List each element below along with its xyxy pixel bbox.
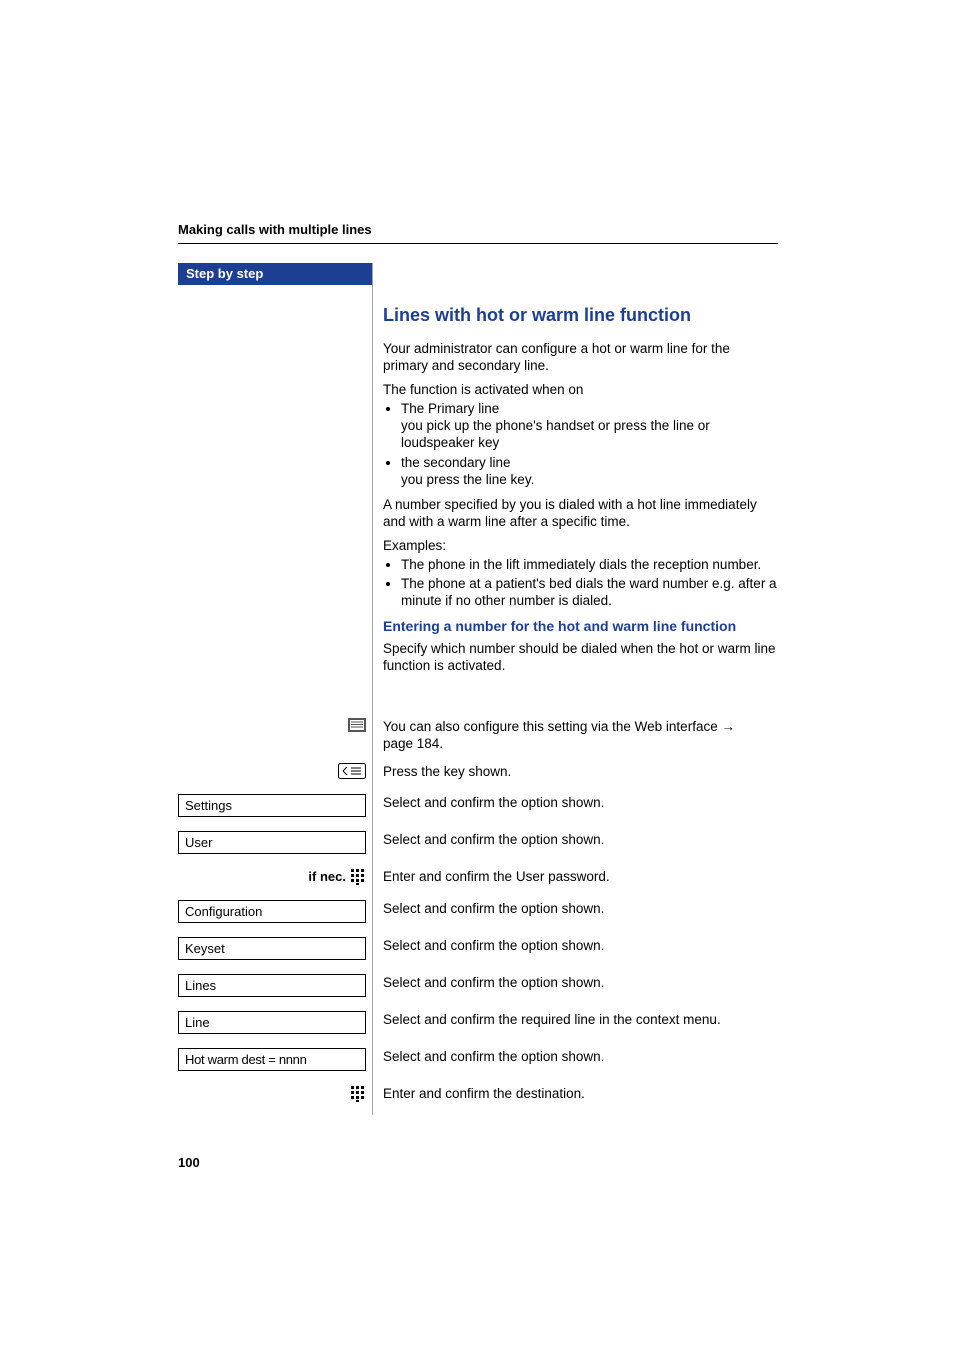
display-option-lines: Lines <box>178 974 366 997</box>
list-item-text: you press the line key. <box>401 472 534 487</box>
display-option-configuration: Configuration <box>178 900 366 923</box>
list-item: The phone in the lift immediately dials … <box>401 556 778 573</box>
step-text: Select and confirm the option shown. <box>372 974 767 991</box>
body-intro: Your administrator can configure a hot o… <box>383 340 778 375</box>
main-content: Lines with hot or warm line function You… <box>383 305 778 680</box>
keypad-icon <box>350 1085 366 1103</box>
examples-list: The phone in the lift immediately dials … <box>383 556 778 610</box>
step-text: Select and confirm the option shown. <box>372 794 767 811</box>
list-item: The phone at a patient's bed dials the w… <box>401 575 778 610</box>
display-option-user: User <box>178 831 366 854</box>
section-title: Lines with hot or warm line function <box>383 305 778 326</box>
examples-lead: Examples: <box>383 537 778 554</box>
step-text: Select and confirm the option shown. <box>372 937 767 954</box>
step-text: Press the key shown. <box>372 763 767 780</box>
display-option-keyset: Keyset <box>178 937 366 960</box>
arrow-icon: → <box>721 719 735 734</box>
steps-area: You can also configure this setting via … <box>178 718 778 1103</box>
display-option-settings: Settings <box>178 794 366 817</box>
body-specify: Specify which number should be dialed wh… <box>383 640 778 675</box>
step-text: Enter and confirm the User password. <box>372 868 767 885</box>
sidebar-band: Step by step <box>178 263 372 285</box>
web-note-pre: You can also configure this setting via … <box>383 719 721 734</box>
list-item-text: The Primary line <box>401 401 499 416</box>
step-text: Select and confirm the option shown. <box>372 900 767 917</box>
activated-list: The Primary line you pick up the phone's… <box>383 400 778 488</box>
list-item: The Primary line you pick up the phone's… <box>401 400 778 452</box>
step-text: Select and confirm the option shown. <box>372 831 767 848</box>
menu-key-icon <box>338 763 366 779</box>
step-text: Select and confirm the required line in … <box>372 1011 767 1028</box>
web-note-post: page 184. <box>383 736 443 751</box>
step-text: Enter and confirm the destination. <box>372 1085 767 1102</box>
display-option-hot-warm-dest: Hot warm dest = nnnn <box>178 1048 366 1071</box>
page-number: 100 <box>178 1155 200 1170</box>
form-icon <box>348 718 366 732</box>
if-nec-label: if nec. <box>308 869 346 884</box>
sub-heading: Entering a number for the hot and warm l… <box>383 618 778 634</box>
step-text: Select and confirm the option shown. <box>372 1048 767 1065</box>
list-item-text: you pick up the phone's handset or press… <box>401 418 710 450</box>
page-header: Making calls with multiple lines <box>178 222 372 237</box>
keypad-icon <box>350 868 366 886</box>
list-item-text: the secondary line <box>401 455 511 470</box>
body-dialed: A number specified by you is dialed with… <box>383 496 778 531</box>
activated-lead: The function is activated when on <box>383 381 778 398</box>
page: Making calls with multiple lines Step by… <box>0 0 954 1351</box>
display-option-line: Line <box>178 1011 366 1034</box>
list-item: the secondary line you press the line ke… <box>401 454 778 489</box>
header-rule <box>178 243 778 244</box>
